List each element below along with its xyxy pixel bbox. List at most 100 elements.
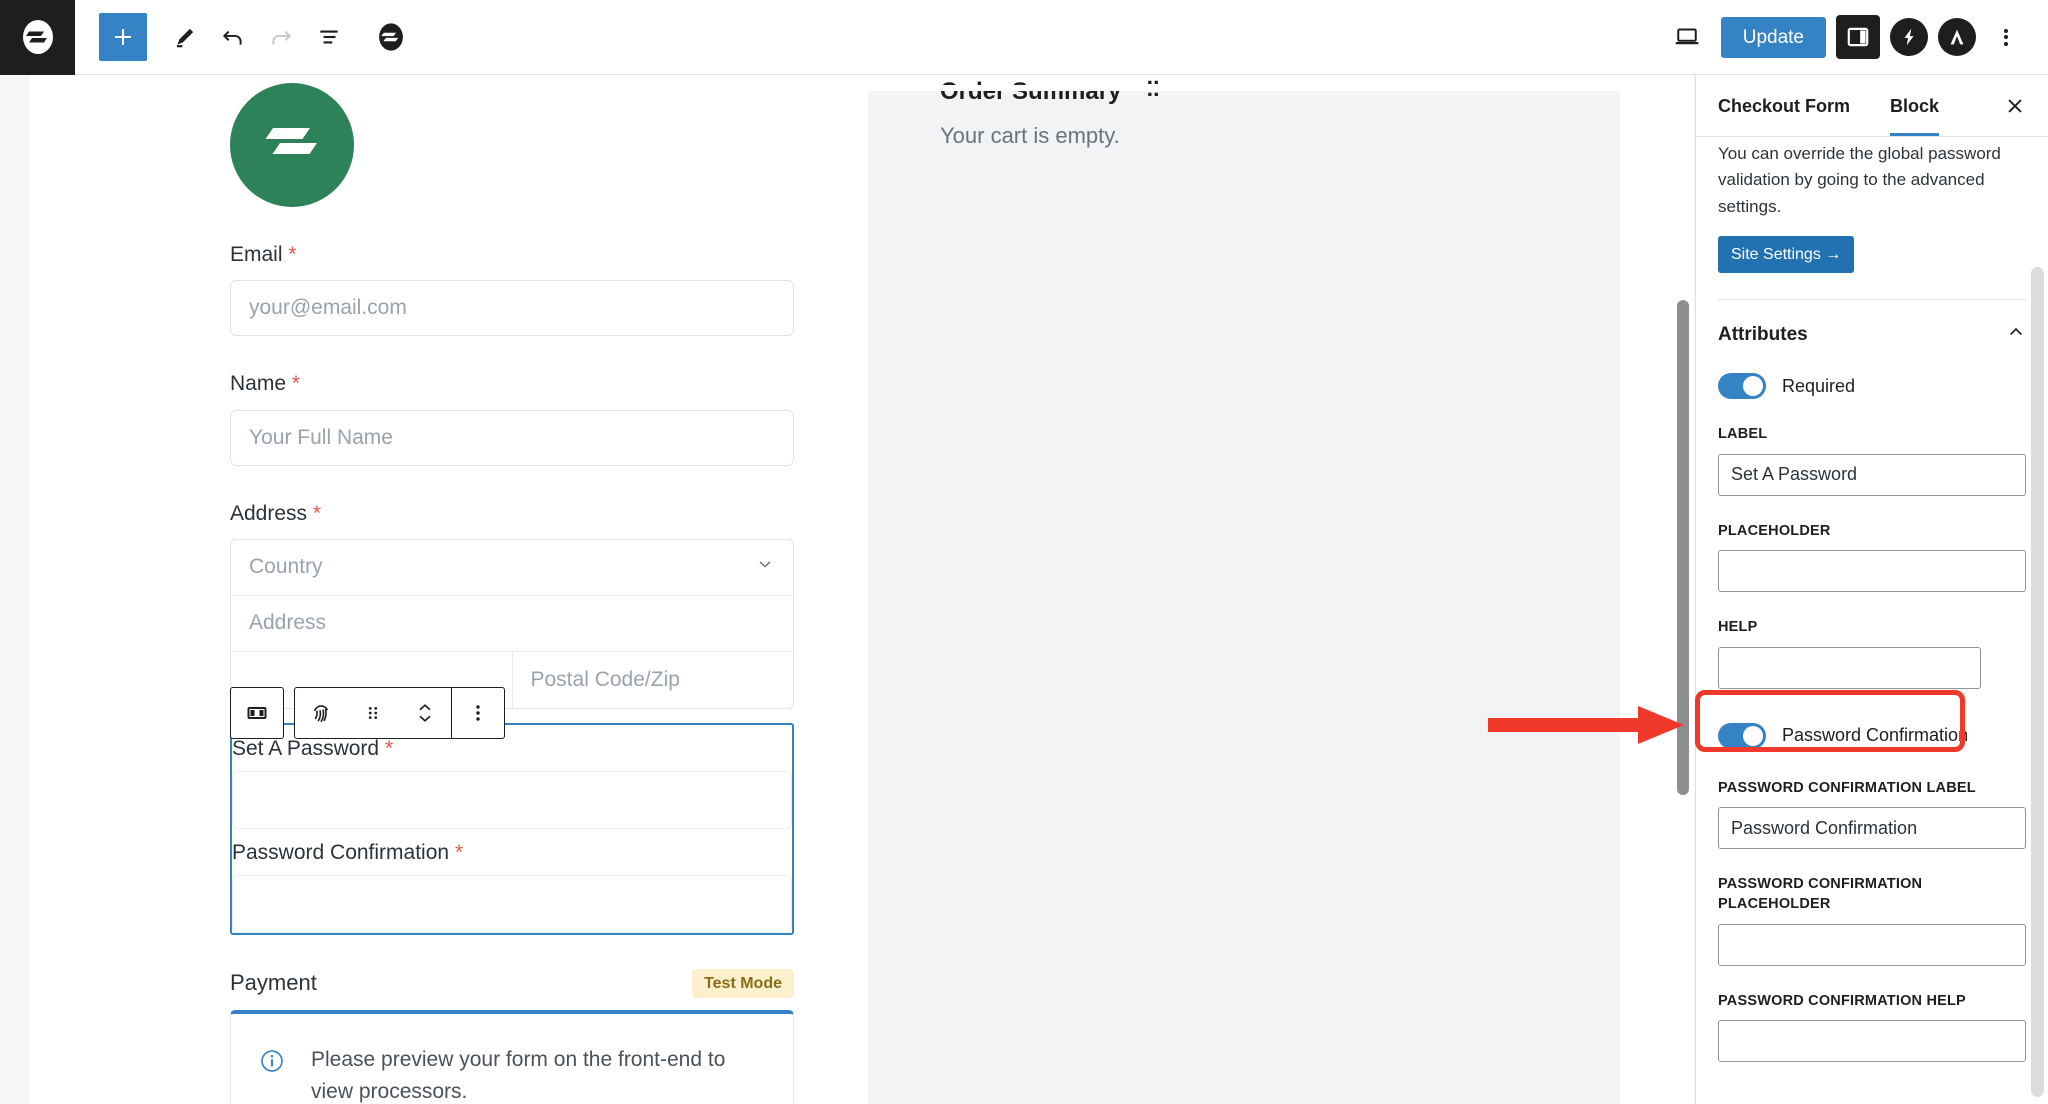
order-summary-column: Order Summary ⠿ Your cart is empty. <box>868 78 1620 1104</box>
address-input-stack: Country Address Postal Code/Zip <box>230 538 794 709</box>
pw-confirm-help-caption: PASSWORD CONFIRMATION HELP <box>1718 992 1966 1009</box>
block-toolbar <box>230 687 505 739</box>
address-line-input[interactable]: Address <box>231 596 793 652</box>
redo-arrow-icon[interactable] <box>257 13 305 61</box>
payment-notice-text: Please preview your form on the front-en… <box>311 1048 726 1103</box>
surecart-badge-button[interactable] <box>367 13 415 61</box>
required-toggle[interactable] <box>1718 373 1766 400</box>
required-toggle-label: Required <box>1782 375 1856 396</box>
confirm-password-input[interactable] <box>232 874 792 933</box>
confirm-password-group: Password Confirmation * <box>232 829 792 933</box>
country-select[interactable]: Country <box>231 540 793 596</box>
attributes-panel-header[interactable]: Attributes <box>1696 300 2048 347</box>
cart-empty-text: Your cart is empty. <box>940 123 1120 148</box>
email-field-group: Email * your@email.com <box>230 241 794 337</box>
fingerprint-icon[interactable] <box>295 688 347 738</box>
required-asterisk: * <box>384 736 394 760</box>
password-confirmation-toggle-row: Password Confirmation <box>1696 689 2048 749</box>
summary-top-mask <box>868 85 1620 91</box>
pw-confirm-label-caption: PASSWORD CONFIRMATION LABEL <box>1718 779 1976 796</box>
label-caption: LABEL <box>1718 426 1768 443</box>
tab-checkout-form[interactable]: Checkout Form <box>1718 76 1850 136</box>
surecart-logo-icon[interactable] <box>0 0 75 75</box>
email-input[interactable]: your@email.com <box>230 280 794 337</box>
help-caption: HELP <box>1718 619 1758 636</box>
name-field-group: Name * Your Full Name <box>230 370 794 466</box>
right-arrow-annotation <box>1488 700 1688 755</box>
placeholder-input[interactable] <box>1718 550 2026 593</box>
site-settings-button[interactable]: Site Settings → <box>1718 236 1855 274</box>
sidebar-body: You can override the global password val… <box>1696 137 2048 1104</box>
confirm-password-label: Password Confirmation * <box>232 829 792 875</box>
set-password-label-text: Set A Password <box>232 736 380 760</box>
password-validation-help-section: You can override the global password val… <box>1696 137 2048 301</box>
confirm-password-label-text: Password Confirmation <box>232 840 450 864</box>
chevron-up-icon[interactable] <box>2006 322 2026 347</box>
astra-logo-icon[interactable] <box>1938 18 1976 56</box>
payment-header: Payment Test Mode <box>230 968 794 999</box>
toggle-knob <box>1743 725 1763 746</box>
close-icon[interactable] <box>1998 89 2032 123</box>
drag-dots-icon[interactable] <box>347 688 399 738</box>
info-circle-icon <box>259 1048 285 1079</box>
payment-notice-box: Please preview your form on the front-en… <box>230 1010 794 1104</box>
lightning-bolt-icon[interactable] <box>1890 18 1928 56</box>
pw-confirm-placeholder-caption: PASSWORD CONFIRMATION PLACEHOLDER <box>1718 876 1923 913</box>
address-field-label: Address * <box>230 500 794 527</box>
chevron-up-down-icon[interactable] <box>399 688 451 738</box>
topbar-left-tools <box>75 13 415 61</box>
name-input[interactable]: Your Full Name <box>230 409 794 466</box>
checkout-form-inner: Email * your@email.com Name * Your Full … <box>230 75 794 1104</box>
order-summary-title: Order Summary <box>940 78 1122 105</box>
required-toggle-row: Required <box>1696 347 2048 400</box>
surecart-circle-logo-icon <box>230 83 354 207</box>
password-confirmation-toggle[interactable] <box>1718 722 1766 749</box>
password-block-selected[interactable]: Set A Password * Password Confirmation * <box>230 722 794 935</box>
attributes-panel-title: Attributes <box>1718 323 1808 345</box>
attributes-fields: LABEL Set A Password PLACEHOLDER HELP <box>1696 425 2048 689</box>
test-mode-badge: Test Mode <box>692 968 794 999</box>
pw-confirm-label-input[interactable]: Password Confirmation <box>1718 807 2026 850</box>
help-input[interactable] <box>1718 646 1981 689</box>
topbar-right-tools: Update <box>1663 13 2048 61</box>
vertical-kebab-icon[interactable] <box>452 688 504 738</box>
email-label-text: Email <box>230 243 283 266</box>
required-asterisk: * <box>288 243 297 266</box>
country-placeholder-text: Country <box>249 555 323 579</box>
email-field-label: Email * <box>230 241 794 268</box>
pw-confirm-help-input[interactable] <box>1718 1020 2026 1063</box>
name-field-label: Name * <box>230 370 794 397</box>
chevron-down-icon <box>755 554 775 580</box>
address-field-group: Address * Country Address Postal Code/Zi… <box>230 500 794 709</box>
payment-title: Payment <box>230 970 317 996</box>
block-settings-sidebar: Checkout Form Block You can override the… <box>1695 75 2048 1104</box>
update-button[interactable]: Update <box>1720 16 1826 58</box>
sidebar-toggle-icon[interactable] <box>1836 15 1880 59</box>
placeholder-caption: PLACEHOLDER <box>1718 522 1831 539</box>
undo-arrow-icon[interactable] <box>209 13 257 61</box>
checkout-form-column: Email * your@email.com Name * Your Full … <box>30 75 838 1104</box>
label-input[interactable]: Set A Password <box>1718 453 2026 496</box>
kebab-menu-icon[interactable] <box>1986 15 2026 59</box>
editor-canvas: Email * your@email.com Name * Your Full … <box>30 75 1694 1104</box>
editor-app: Update Email * your@email.com Name * You… <box>0 0 2048 1104</box>
add-block-button[interactable] <box>99 13 147 61</box>
set-password-input[interactable] <box>232 770 792 829</box>
pencil-icon[interactable] <box>161 13 209 61</box>
block-tools-group <box>294 687 505 739</box>
block-type-switcher[interactable] <box>230 687 284 739</box>
tab-block[interactable]: Block <box>1890 76 1940 136</box>
pw-confirm-placeholder-input[interactable] <box>1718 923 2026 966</box>
password-confirmation-fields: PASSWORD CONFIRMATION LABEL Password Con… <box>1696 779 2048 1063</box>
address-label-text: Address <box>230 501 308 525</box>
postal-code-input[interactable]: Postal Code/Zip <box>513 652 794 708</box>
drag-dots-icon: ⠿ <box>1145 78 1163 104</box>
required-asterisk: * <box>454 840 464 864</box>
laptop-preview-icon[interactable] <box>1663 13 1711 61</box>
validation-help-text: You can override the global password val… <box>1718 144 2001 216</box>
required-asterisk: * <box>291 372 301 396</box>
sidebar-scrollbar[interactable] <box>2031 267 2044 1097</box>
block-type-columns-icon[interactable] <box>231 688 283 738</box>
name-label-text: Name <box>230 372 287 396</box>
list-view-icon[interactable] <box>305 13 353 61</box>
